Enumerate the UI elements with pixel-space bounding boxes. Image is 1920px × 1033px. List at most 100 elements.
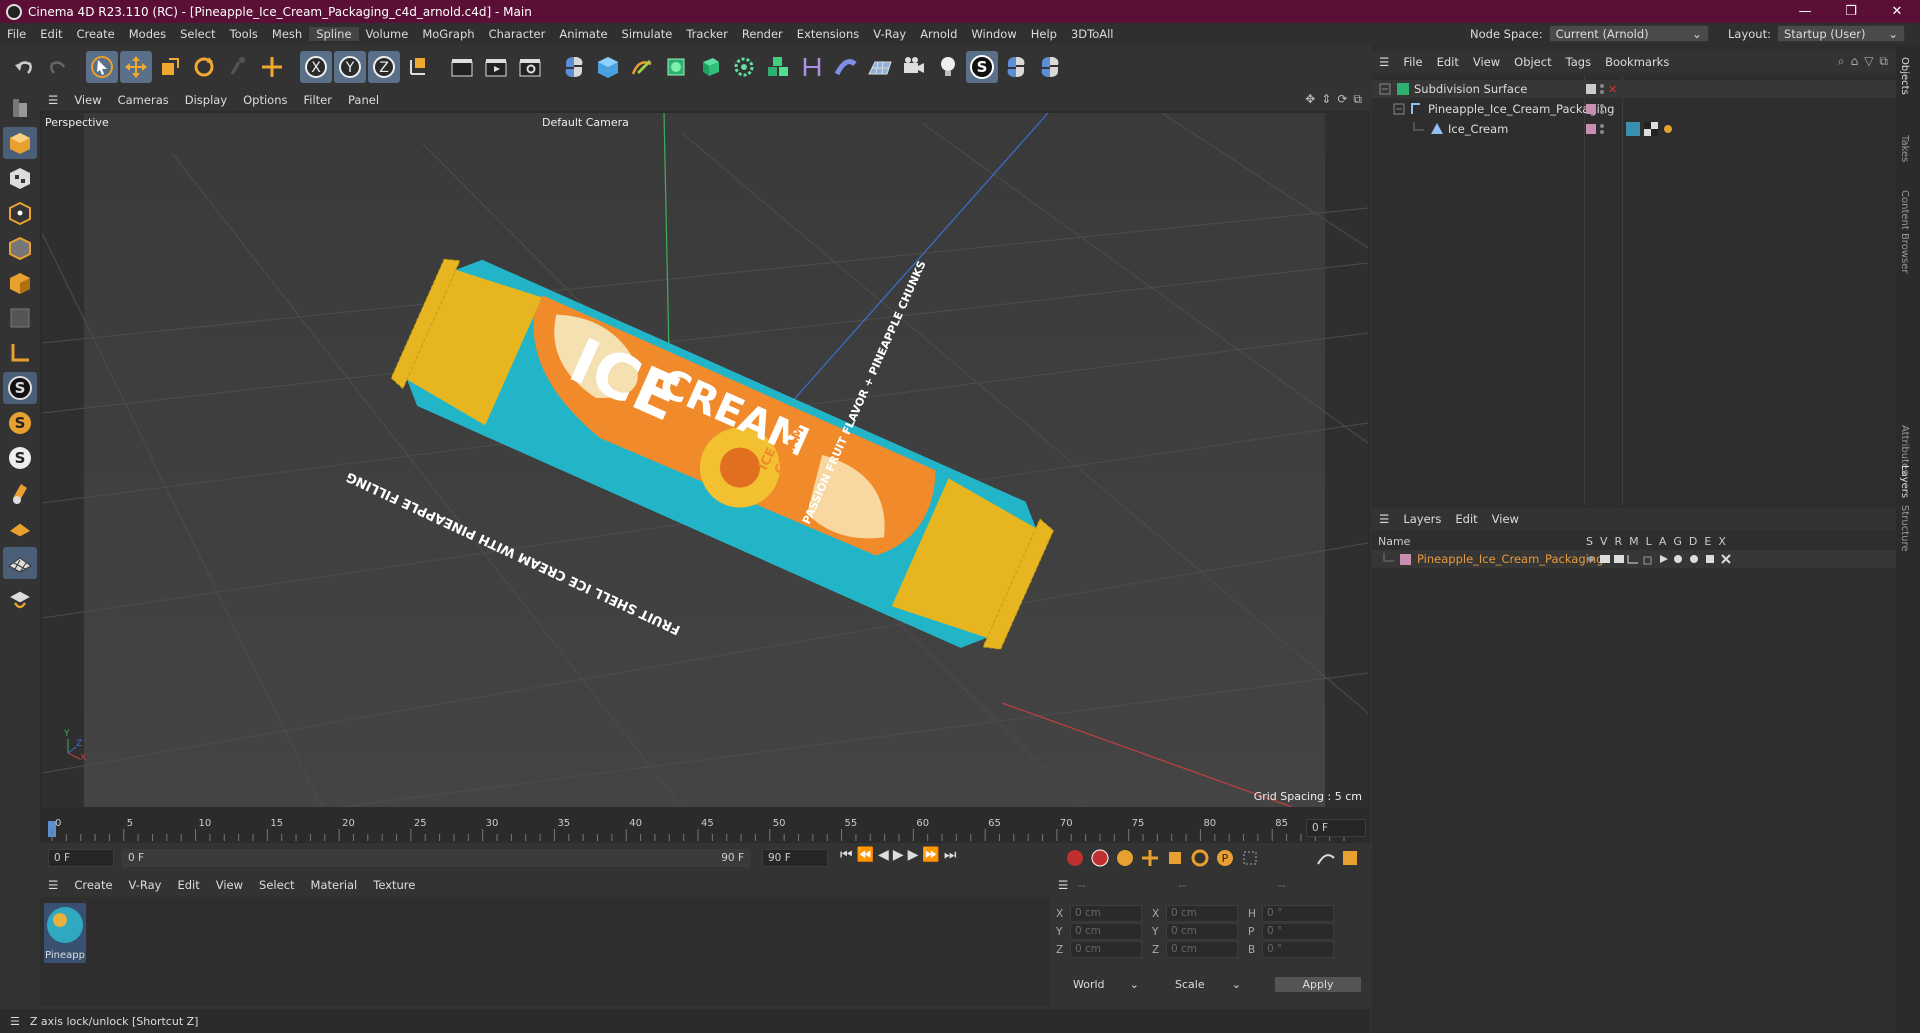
layer-col-r[interactable]: R [1615,535,1623,548]
maximize-button[interactable]: ❐ [1828,0,1874,23]
menu-window[interactable]: Window [964,27,1023,41]
make-editable-button[interactable] [3,92,37,124]
play-icon[interactable]: ▶ [893,847,904,863]
menu-extensions[interactable]: Extensions [790,27,866,41]
python-script-2-button[interactable] [1000,51,1032,83]
object-row-packaging[interactable]: Pineapple_Ice_Cream_Packaging [1372,100,1896,118]
rotate-tool-button[interactable] [188,51,220,83]
coord-field-v3[interactable]: 0 ° [1262,905,1334,922]
side-tab-structure[interactable]: Structure [1899,505,1910,552]
material-menu-material[interactable]: Material [303,878,366,892]
menu-edit[interactable]: Edit [33,27,69,41]
menu-mograph[interactable]: MoGraph [415,27,481,41]
subdivision-surface-button[interactable] [660,51,692,83]
frame-range-slider[interactable]: 0 F 90 F [122,849,750,867]
collapse-icon[interactable] [1392,102,1406,116]
points-mode-button[interactable] [3,197,37,229]
menu-modes[interactable]: Modes [122,27,173,41]
menu-mesh[interactable]: Mesh [265,27,309,41]
polygons-mode-button[interactable] [3,267,37,299]
object-menu-tags[interactable]: Tags [1559,55,1598,69]
object-menu-view[interactable]: View [1466,55,1507,69]
side-tab-takes[interactable]: Takes [1899,135,1910,162]
menu-arnold[interactable]: Arnold [913,27,964,41]
edges-mode-button[interactable] [3,232,37,264]
material-menu-select[interactable]: Select [251,878,302,892]
layer-col-v[interactable]: V [1600,535,1608,548]
viewport-menu-display[interactable]: Display [177,93,235,107]
timeline-ruler[interactable]: 051015202530354045505560657075808590 0 F [40,815,1370,843]
locked-workplane-button[interactable] [3,547,37,579]
autokey-icon[interactable] [1090,848,1110,868]
workplane-snap-button[interactable]: S [3,442,37,474]
object-row-subdivision-surface[interactable]: Subdivision Surface ✕ [1372,80,1896,98]
coord-field-v2[interactable]: 0 cm [1166,941,1238,958]
coordinate-space-dropdown[interactable]: World ⌄ [1066,976,1146,993]
field-button[interactable] [830,51,862,83]
side-tab-content-browser[interactable]: Content Browser [1899,190,1910,273]
new-window-icon[interactable]: ⧉ [1879,54,1888,69]
hamburger-icon[interactable]: ☰ [0,1015,30,1028]
cube-primitive-button[interactable] [592,51,624,83]
layer-menu-layers[interactable]: Layers [1396,512,1448,526]
hamburger-icon[interactable]: ☰ [40,878,66,892]
coord-field-v3[interactable]: 0 ° [1262,923,1334,940]
layer-row[interactable]: Pineapple_Ice_Cream_Packaging [1372,550,1896,568]
start-frame-field[interactable]: 0 F [48,849,114,867]
undo-button[interactable] [8,51,40,83]
layer-color-flags[interactable] [1584,122,1612,136]
menu-file[interactable]: File [0,27,33,41]
material-menu-create[interactable]: Create [66,878,120,892]
render-view-button[interactable] [446,51,478,83]
object-menu-file[interactable]: File [1396,55,1429,69]
menu-3dtoall[interactable]: 3DToAll [1064,27,1121,41]
python-script-3-button[interactable] [1034,51,1066,83]
floor-button[interactable] [864,51,896,83]
material-menu-texture[interactable]: Texture [365,878,423,892]
next-key-icon[interactable]: ⏩ [922,847,939,863]
layer-col-m[interactable]: M [1629,535,1639,548]
menu-create[interactable]: Create [70,27,122,41]
layer-col-l[interactable]: L [1646,535,1652,548]
coord-field-v2[interactable]: 0 cm [1166,923,1238,940]
axis-mode-button[interactable] [3,337,37,369]
dolly-view-icon[interactable]: ⇕ [1321,92,1331,107]
menu-v-ray[interactable]: V-Ray [866,27,913,41]
home-icon[interactable]: ⌂ [1851,54,1859,69]
layer-menu-view[interactable]: View [1485,512,1526,526]
coord-field-v1[interactable]: 0 cm [1070,941,1142,958]
object-row-ice-cream[interactable]: Ice_Cream [1372,120,1896,138]
object-menu-edit[interactable]: Edit [1430,55,1466,69]
collapse-icon[interactable] [1378,82,1392,96]
motion-path-icon[interactable] [1316,848,1336,868]
python-script-button[interactable] [558,51,590,83]
key-parameter-icon[interactable]: P [1215,848,1235,868]
menu-help[interactable]: Help [1024,27,1064,41]
material-menu-v-ray[interactable]: V-Ray [121,878,170,892]
key-rotation-icon[interactable] [1190,848,1210,868]
scale-tool-button[interactable] [154,51,186,83]
coordinate-system-button[interactable] [402,51,434,83]
key-scale-icon[interactable] [1165,848,1185,868]
material-menu-view[interactable]: View [208,878,251,892]
viewport-menu-filter[interactable]: Filter [296,93,340,107]
redo-button[interactable] [42,51,74,83]
layer-color-swatch[interactable] [1400,553,1411,565]
close-button[interactable]: ✕ [1874,0,1920,23]
layer-col-s[interactable]: S [1586,535,1593,548]
render-picture-viewer-button[interactable] [480,51,512,83]
maximize-view-icon[interactable]: ⧉ [1353,92,1362,107]
world-axis-button[interactable] [256,51,288,83]
record-icon[interactable] [1065,848,1085,868]
live-selection-button[interactable] [86,51,118,83]
menu-render[interactable]: Render [735,27,790,41]
light-button[interactable] [932,51,964,83]
camera-button[interactable] [898,51,930,83]
spline-snap-button[interactable]: S [966,51,998,83]
transform-mode-dropdown[interactable]: Scale ⌄ [1168,976,1248,993]
go-to-start-icon[interactable]: ⏮ [840,847,853,863]
render-settings-button[interactable] [514,51,546,83]
move-tool-button[interactable] [120,51,152,83]
key-position-icon[interactable] [1140,848,1160,868]
y-axis-lock-button[interactable]: Y [334,51,366,83]
